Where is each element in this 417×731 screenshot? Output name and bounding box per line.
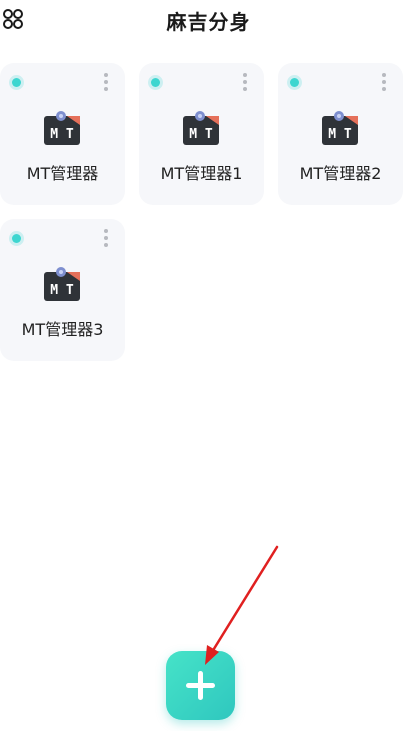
status-dot [12, 234, 21, 243]
mt-manager-icon: M T [43, 265, 81, 303]
plus-icon [186, 671, 215, 700]
header: 麻吉分身 [0, 0, 417, 40]
app-page: 麻吉分身 M T MT管理器 M T MT管理器1 M T MT管理器2 M T… [0, 0, 417, 731]
more-options-icon[interactable] [99, 73, 113, 95]
svg-text:M T: M T [50, 283, 74, 298]
more-options-icon[interactable] [99, 229, 113, 251]
app-card[interactable]: M T MT管理器3 [0, 219, 125, 361]
app-label: MT管理器 [26, 164, 99, 183]
mt-manager-icon: M T [43, 109, 81, 147]
svg-text:M T: M T [328, 127, 352, 142]
app-card[interactable]: M T MT管理器 [0, 63, 125, 205]
app-label: MT管理器2 [299, 164, 382, 183]
status-dot [290, 78, 299, 87]
status-dot [151, 78, 160, 87]
app-card[interactable]: M T MT管理器1 [139, 63, 264, 205]
mt-manager-icon: M T [321, 109, 359, 147]
svg-text:M T: M T [189, 127, 213, 142]
more-options-icon[interactable] [238, 73, 252, 95]
app-card[interactable]: M T MT管理器2 [278, 63, 403, 205]
status-dot [12, 78, 21, 87]
svg-text:M T: M T [50, 127, 74, 142]
mt-manager-icon: M T [182, 109, 220, 147]
more-options-icon[interactable] [377, 73, 391, 95]
app-label: MT管理器3 [21, 320, 104, 339]
page-title: 麻吉分身 [166, 10, 251, 34]
add-app-button[interactable] [166, 651, 235, 720]
app-label: MT管理器1 [160, 164, 243, 183]
